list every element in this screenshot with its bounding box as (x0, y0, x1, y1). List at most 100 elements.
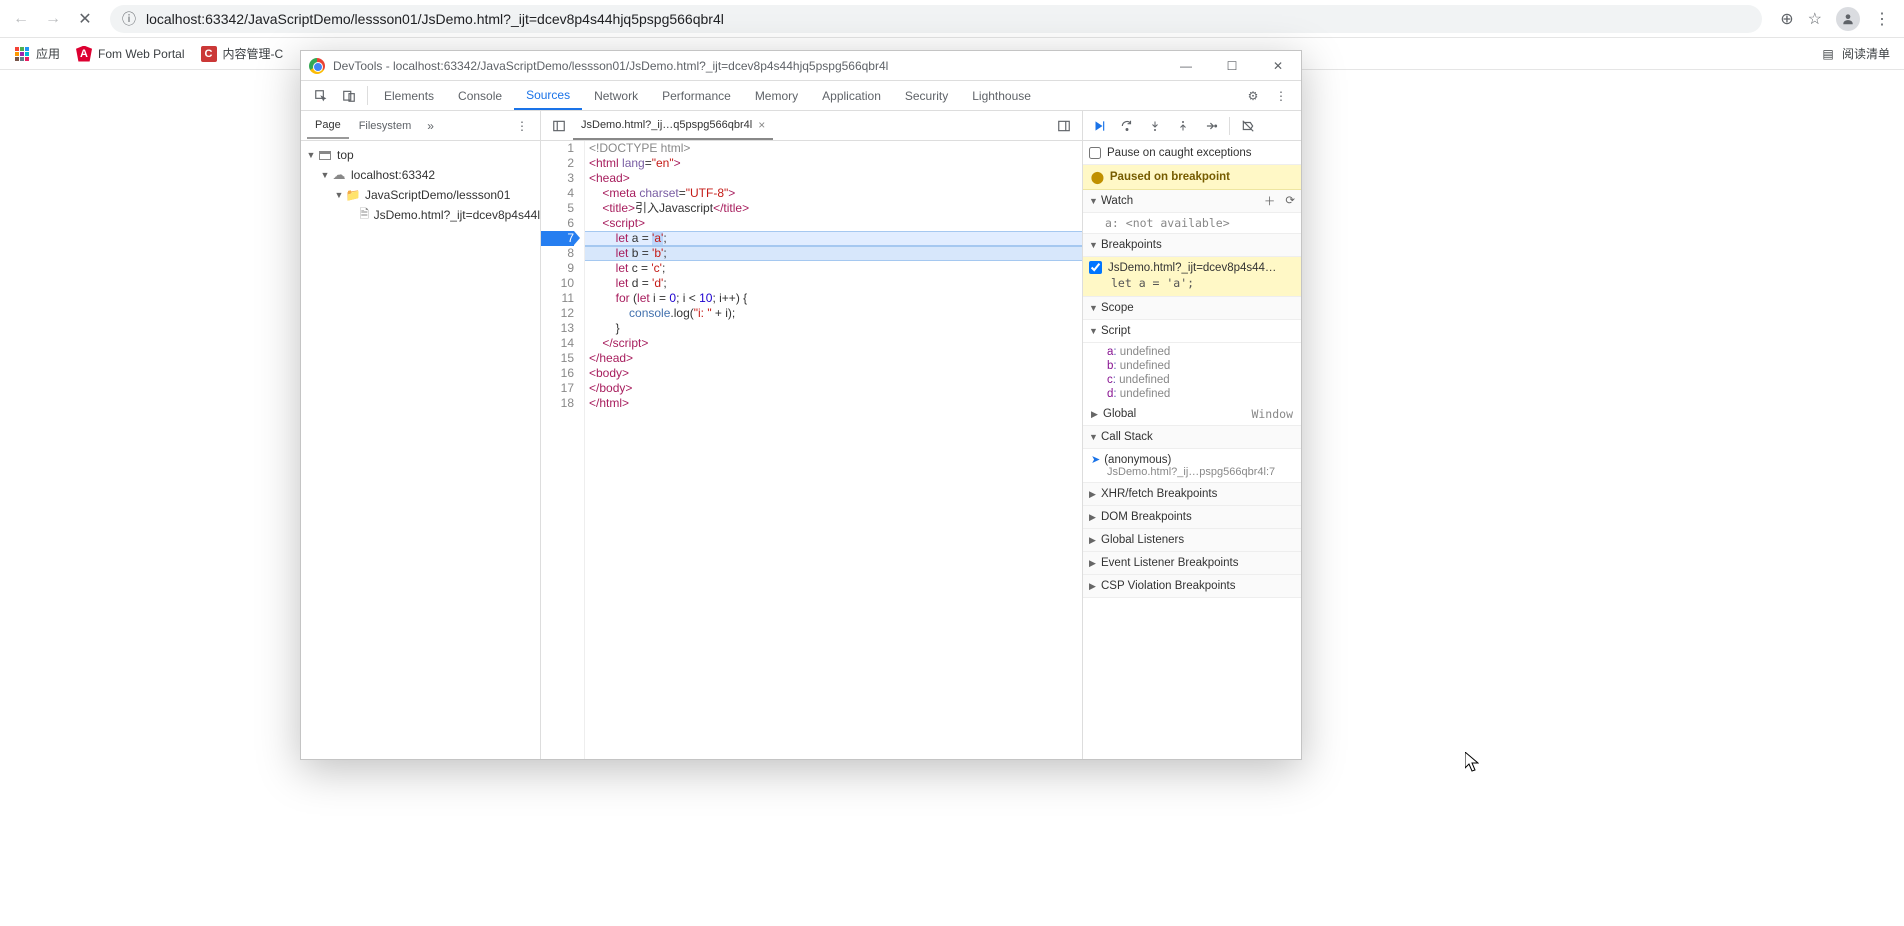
tab-network[interactable]: Network (582, 81, 650, 110)
pause-on-caught-row[interactable]: Pause on caught exceptions (1083, 141, 1301, 165)
gutter-4[interactable]: 4 (541, 186, 574, 201)
tab-sources[interactable]: Sources (514, 81, 582, 110)
tree-file[interactable]: 🗎 JsDemo.html?_ijt=dcev8p4s44l (301, 205, 540, 225)
scope-script-header[interactable]: ▼ Script (1083, 320, 1301, 343)
tab-console[interactable]: Console (446, 81, 514, 110)
refresh-watch-icon[interactable]: ⟳ (1285, 193, 1295, 209)
gutter-2[interactable]: 2 (541, 156, 574, 171)
gutter-17[interactable]: 17 (541, 381, 574, 396)
gutter-13[interactable]: 13 (541, 321, 574, 336)
gutter-7-breakpoint[interactable]: 7 (541, 231, 574, 246)
scope-var-a[interactable]: a: undefined (1083, 345, 1301, 359)
tree-top[interactable]: ▼ top (301, 145, 540, 165)
callstack-frame[interactable]: ➤(anonymous) JsDemo.html?_ij…pspg566qbr4… (1083, 449, 1301, 483)
translate-icon[interactable]: ⊕ (1780, 9, 1793, 29)
tree-host[interactable]: ▼ ☁ localhost:63342 (301, 165, 540, 185)
gutter-11[interactable]: 11 (541, 291, 574, 306)
breakpoint-item[interactable]: JsDemo.html?_ijt=dcev8p4s44… let a = 'a'… (1083, 257, 1301, 297)
chevron-down-icon[interactable]: ▼ (333, 190, 345, 200)
global-listeners-header[interactable]: ▶Global Listeners (1083, 529, 1301, 552)
forward-button[interactable]: → (40, 6, 66, 32)
devtools-titlebar[interactable]: DevTools - localhost:63342/JavaScriptDem… (301, 51, 1301, 81)
nav-more-tabs[interactable]: » (421, 119, 440, 133)
star-icon[interactable]: ☆ (1808, 9, 1822, 29)
step-into-button[interactable] (1143, 114, 1167, 138)
step-out-button[interactable] (1171, 114, 1195, 138)
line-gutter[interactable]: 1 2 3 4 5 6 7 8 9 10 11 12 13 14 15 16 1 (541, 141, 585, 759)
close-button[interactable]: ✕ (1255, 51, 1301, 81)
bookmark-fom[interactable]: A Fom Web Portal (70, 42, 190, 66)
toggle-navigator-button[interactable] (545, 119, 573, 133)
toggle-debugger-button[interactable] (1050, 119, 1078, 133)
scope-var-d[interactable]: d: undefined (1083, 387, 1301, 401)
gutter-16[interactable]: 16 (541, 366, 574, 381)
event-listener-breakpoints-header[interactable]: ▶Event Listener Breakpoints (1083, 552, 1301, 575)
code-editor[interactable]: 1 2 3 4 5 6 7 8 9 10 11 12 13 14 15 16 1 (541, 141, 1082, 759)
chrome-menu-icon[interactable]: ⋮ (1874, 9, 1890, 29)
gutter-18[interactable]: 18 (541, 396, 574, 411)
chevron-right-icon: ▶ (1089, 581, 1099, 592)
gutter-1[interactable]: 1 (541, 141, 574, 156)
gutter-15[interactable]: 15 (541, 351, 574, 366)
gutter-12[interactable]: 12 (541, 306, 574, 321)
scope-var-c[interactable]: c: undefined (1083, 373, 1301, 387)
scope-var-b[interactable]: b: undefined (1083, 359, 1301, 373)
editor-file-tab[interactable]: JsDemo.html?_ij…q5pspg566qbr4l × (573, 112, 773, 140)
back-button[interactable]: ← (8, 6, 34, 32)
settings-icon[interactable]: ⚙ (1239, 81, 1267, 110)
gutter-9[interactable]: 9 (541, 261, 574, 276)
devtools-menu-icon[interactable]: ⋮ (1267, 81, 1295, 110)
site-info-icon[interactable]: ⓘ (122, 9, 136, 29)
nav-tab-filesystem[interactable]: Filesystem (351, 114, 420, 138)
tab-lighthouse[interactable]: Lighthouse (960, 81, 1043, 110)
add-watch-icon[interactable]: ＋ (1264, 193, 1276, 209)
deactivate-breakpoints-button[interactable] (1236, 114, 1260, 138)
resume-button[interactable] (1087, 114, 1111, 138)
callstack-header[interactable]: ▼ Call Stack (1083, 426, 1301, 449)
breakpoint-line-code: let a = 'a'; (1089, 276, 1295, 290)
device-toolbar-button[interactable] (335, 81, 363, 110)
breakpoints-header[interactable]: ▼ Breakpoints (1083, 234, 1301, 257)
nav-tab-page[interactable]: Page (307, 113, 349, 139)
gutter-8[interactable]: 8 (541, 246, 574, 261)
pause-on-exceptions-button[interactable] (1264, 114, 1288, 138)
bookmark-content[interactable]: C 内容管理-C (195, 41, 290, 66)
chevron-down-icon[interactable]: ▼ (305, 150, 317, 160)
tab-memory[interactable]: Memory (743, 81, 810, 110)
tab-elements[interactable]: Elements (372, 81, 446, 110)
step-over-button[interactable] (1115, 114, 1139, 138)
chevron-right-icon: ▶ (1089, 512, 1099, 523)
breakpoint-checkbox[interactable] (1089, 261, 1102, 274)
gutter-6[interactable]: 6 (541, 216, 574, 231)
scope-global-header[interactable]: ▶ Global Window (1083, 403, 1301, 426)
gutter-10[interactable]: 10 (541, 276, 574, 291)
minimize-button[interactable]: — (1163, 51, 1209, 81)
url-bar[interactable]: ⓘ localhost:63342/JavaScriptDemo/lessson… (110, 5, 1762, 33)
inspect-element-button[interactable] (307, 81, 335, 110)
tree-folder[interactable]: ▼ 📁 JavaScriptDemo/lessson01 (301, 185, 540, 205)
nav-menu-icon[interactable]: ⋮ (510, 119, 534, 133)
close-tab-icon[interactable]: × (758, 118, 765, 132)
tab-performance[interactable]: Performance (650, 81, 743, 110)
code-body[interactable]: <!DOCTYPE html> <html lang="en"> <head> … (585, 141, 1082, 759)
reading-list[interactable]: ▤ 阅读清单 (1814, 41, 1896, 66)
profile-avatar[interactable] (1836, 7, 1860, 31)
tab-application[interactable]: Application (810, 81, 893, 110)
gutter-3[interactable]: 3 (541, 171, 574, 186)
step-button[interactable] (1199, 114, 1223, 138)
chevron-down-icon[interactable]: ▼ (319, 170, 331, 180)
gutter-14[interactable]: 14 (541, 336, 574, 351)
maximize-button[interactable]: ☐ (1209, 51, 1255, 81)
xhr-breakpoints-header[interactable]: ▶XHR/fetch Breakpoints (1083, 483, 1301, 506)
gutter-5[interactable]: 5 (541, 201, 574, 216)
pause-on-caught-checkbox[interactable] (1089, 147, 1101, 159)
apps-shortcut[interactable]: 应用 (8, 41, 66, 66)
dom-breakpoints-header[interactable]: ▶DOM Breakpoints (1083, 506, 1301, 529)
tab-security[interactable]: Security (893, 81, 960, 110)
scope-header[interactable]: ▼ Scope (1083, 297, 1301, 320)
csp-breakpoints-header[interactable]: ▶CSP Violation Breakpoints (1083, 575, 1301, 598)
browser-toolbar: ← → ✕ ⓘ localhost:63342/JavaScriptDemo/l… (0, 0, 1904, 38)
watch-header[interactable]: ▼ Watch ＋ ⟳ (1083, 190, 1301, 213)
stop-reload-button[interactable]: ✕ (72, 6, 98, 32)
watch-item[interactable]: a: <not available> (1083, 213, 1301, 234)
